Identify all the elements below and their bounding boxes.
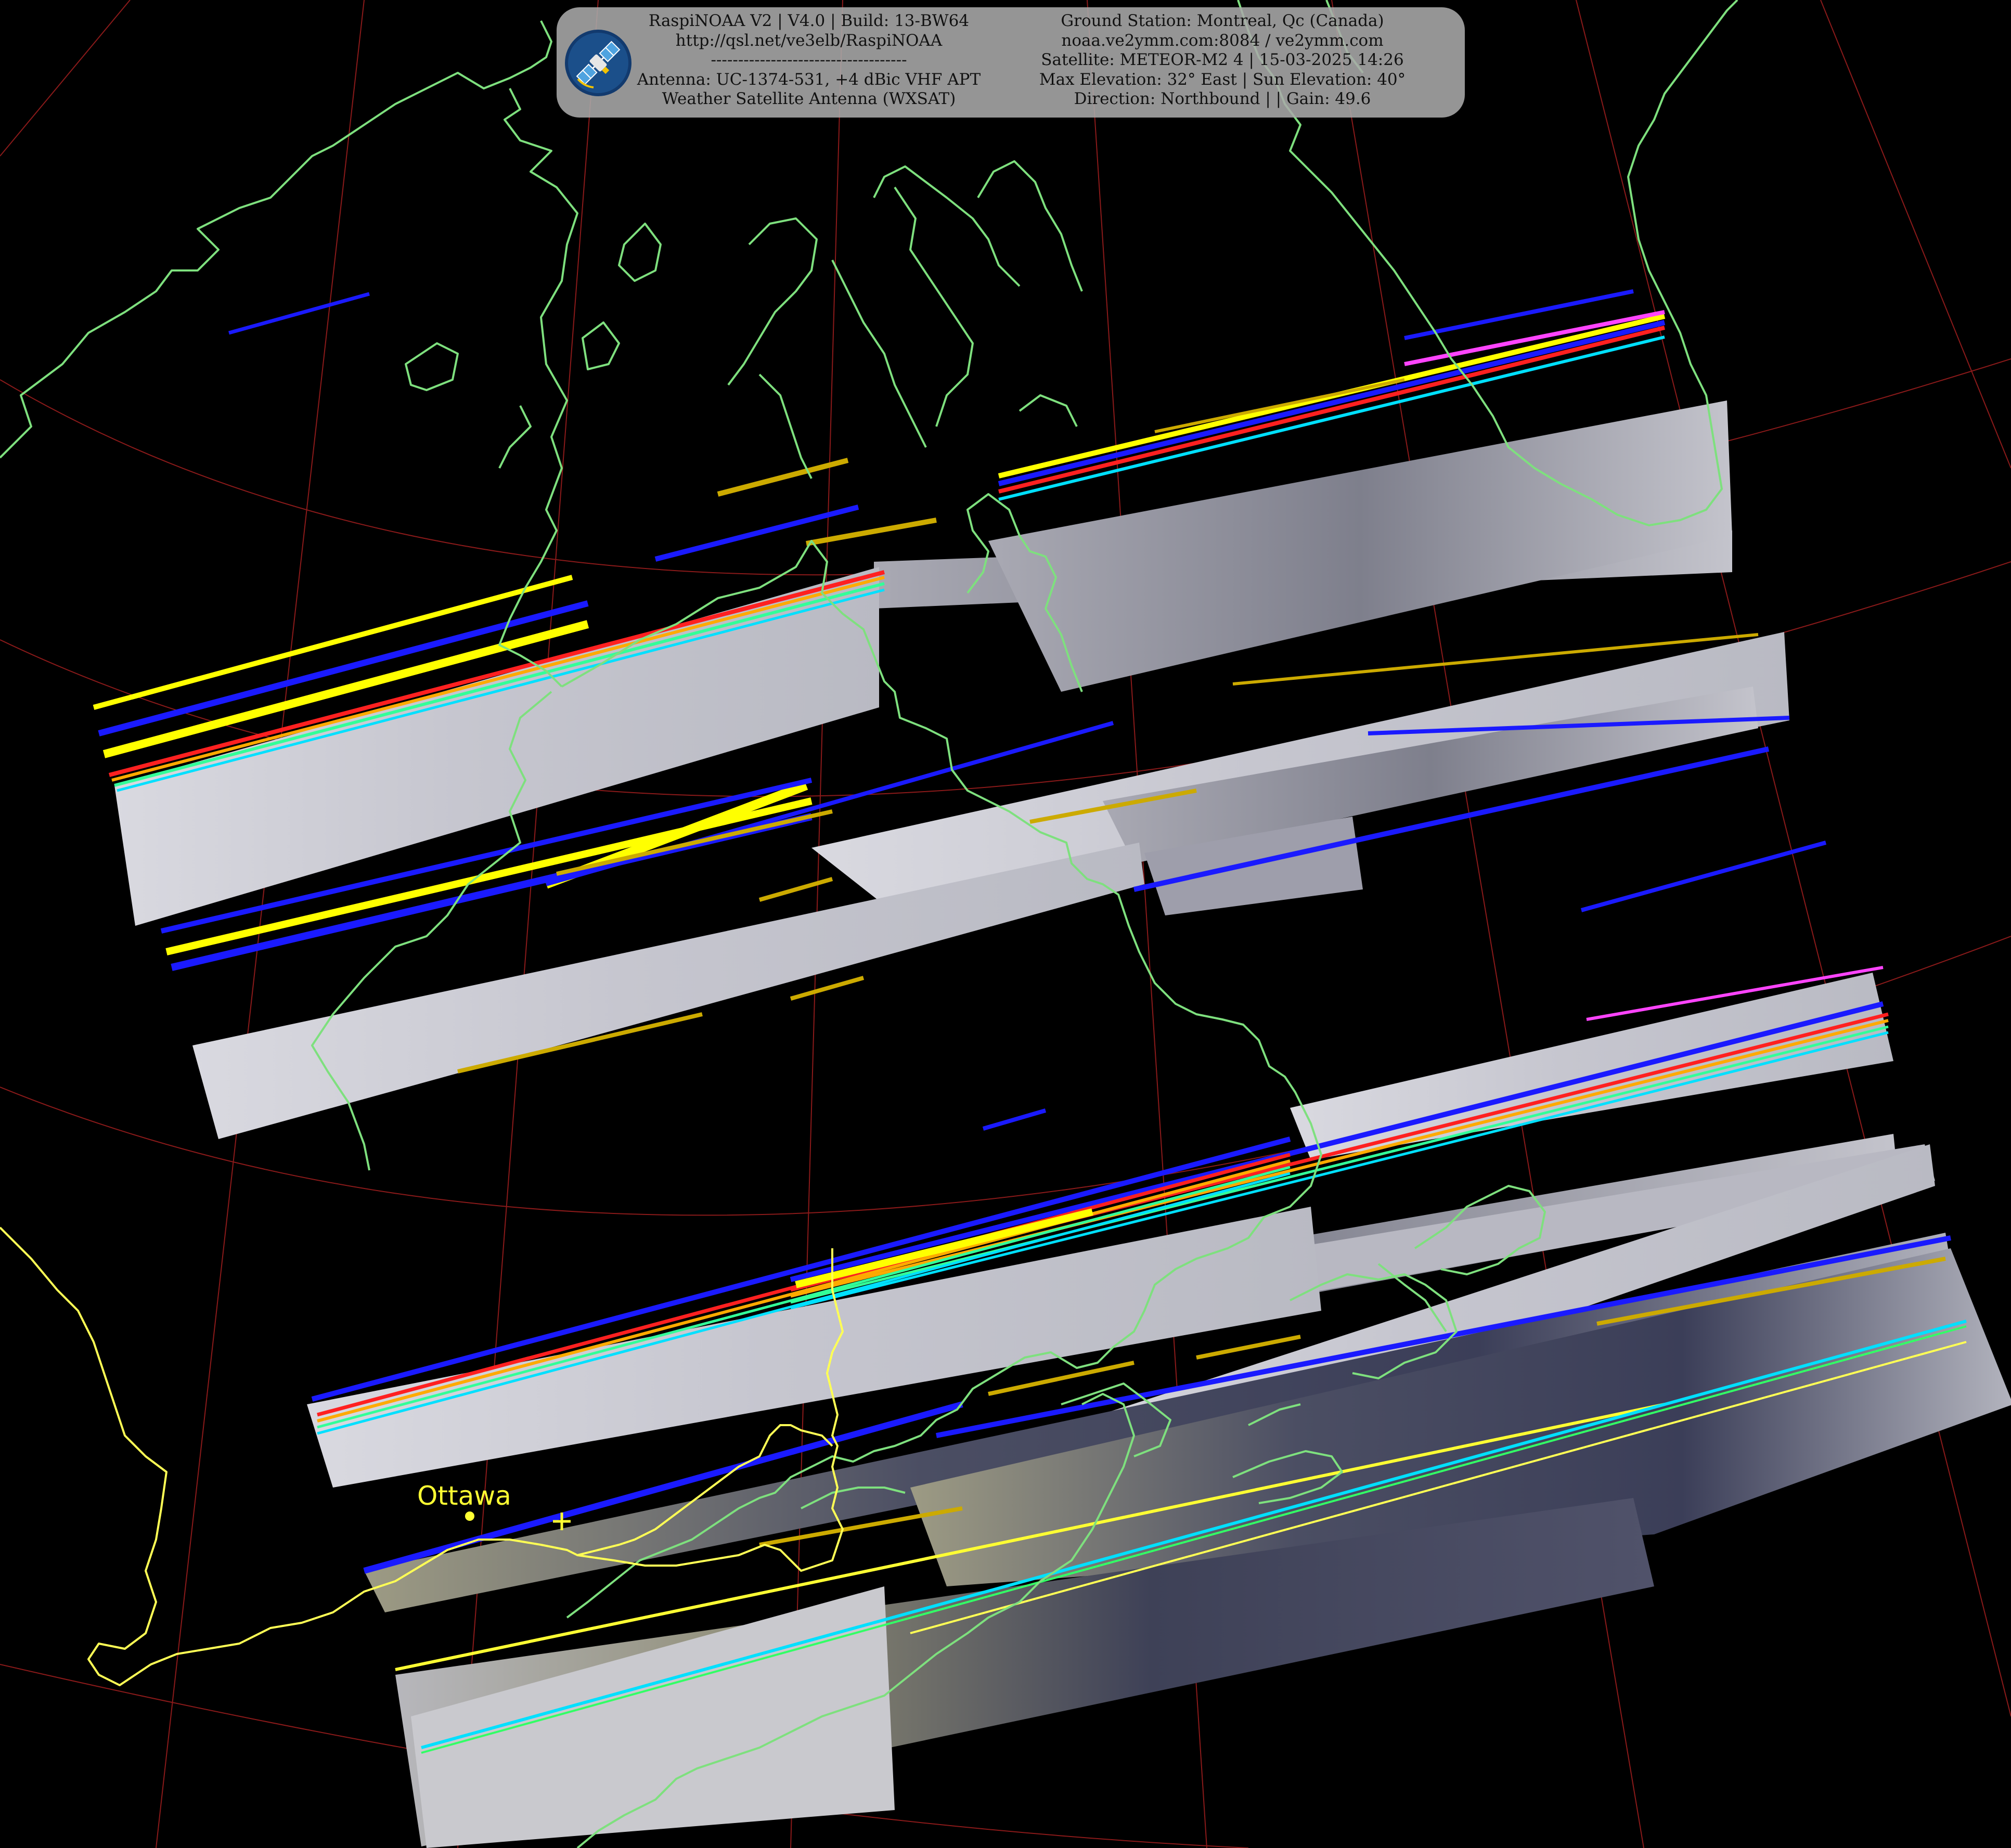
satellite-pass: Satellite: METEOR-M2 4 | 15-03-2025 14:2… [1041,50,1404,69]
satellite-imagery [114,400,2011,1848]
elevation-info: Max Elevation: 32° East | Sun Elevation:… [1039,70,1406,89]
direction-gain: Direction: Northbound | | Gain: 49.6 [1074,89,1371,108]
city-label-ottawa: Ottawa [417,1481,511,1511]
station-urls: noaa.ve2ymm.com:8084 / ve2ymm.com [1061,31,1384,50]
info-right-column: Ground Station: Montreal, Qc (Canada) no… [994,11,1451,109]
satellite-map-view: Ottawa RaspiNOAA V2 | V4.0 | Build: 13-B… [0,0,2011,1848]
info-separator: ------------------------------------ [711,50,907,69]
info-left-column: RaspiNOAA V2 | V4.0 | Build: 13-BW64 htt… [635,11,983,109]
project-url: http://qsl.net/ve3elb/RaspiNOAA [675,31,943,50]
info-panel: RaspiNOAA V2 | V4.0 | Build: 13-BW64 htt… [557,7,1465,118]
ground-station: Ground Station: Montreal, Qc (Canada) [1061,11,1384,30]
satellite-icon [565,30,631,96]
map-canvas: Ottawa [0,0,2011,1848]
antenna-type: Weather Satellite Antenna (WXSAT) [662,89,956,108]
software-version: RaspiNOAA V2 | V4.0 | Build: 13-BW64 [648,11,970,30]
ottawa-marker: Ottawa [417,1481,511,1521]
antenna-model: Antenna: UC-1374-531, +4 dBic VHF APT [637,70,981,89]
